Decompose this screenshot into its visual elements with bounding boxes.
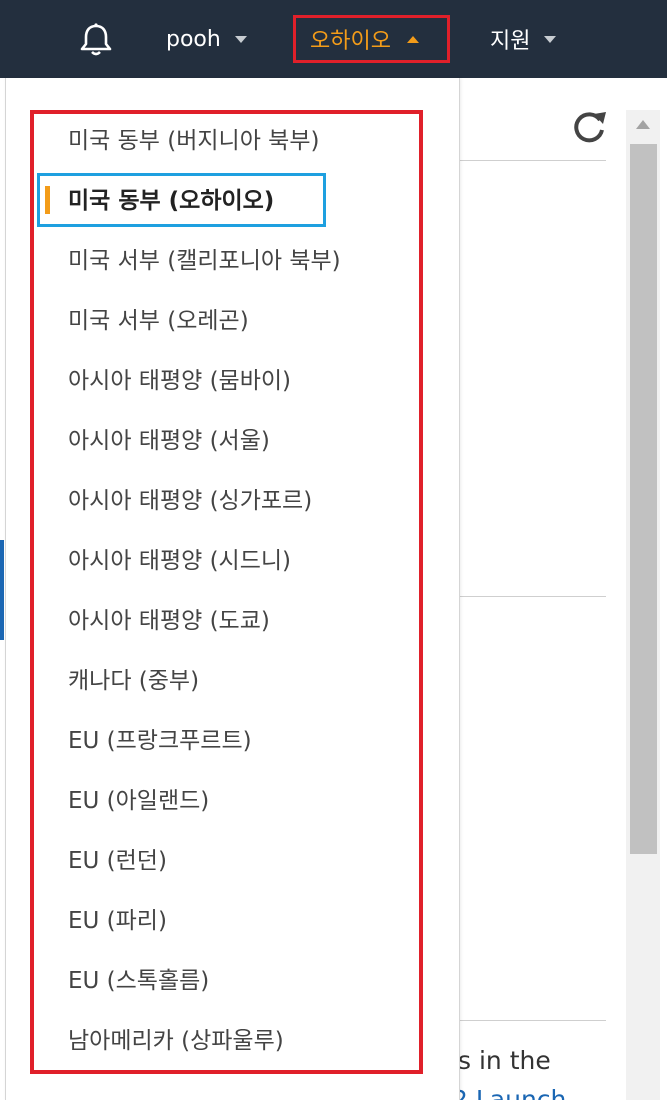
region-item-label: 아시아 태평양 (뭄바이): [68, 368, 292, 394]
left-edge-marker: [0, 540, 4, 640]
chevron-up-icon: [406, 35, 419, 43]
region-item-label: 아시아 태평양 (싱가포르): [68, 488, 313, 514]
region-item[interactable]: 아시아 태평양 (뭄바이): [68, 358, 291, 398]
user-menu-label: pooh: [166, 26, 221, 52]
region-item[interactable]: 미국 서부 (오레곤): [68, 298, 249, 338]
region-item-label: 미국 서부 (캘리포니아 북부): [68, 248, 341, 274]
divider: [458, 596, 606, 597]
bell-icon[interactable]: [78, 22, 114, 58]
scrollbar-thumb[interactable]: [630, 144, 657, 854]
region-item[interactable]: EU (런던): [68, 838, 167, 878]
region-item-label: 아시아 태평양 (시드니): [68, 548, 292, 574]
scrollbar[interactable]: [626, 110, 660, 1100]
region-item[interactable]: 아시아 태평양 (시드니): [68, 538, 291, 578]
region-item-label: 미국 동부 (버지니아 북부): [68, 128, 320, 154]
region-item-label: 캐나다 (중부): [68, 668, 200, 694]
region-item-label: EU (런던): [68, 848, 167, 874]
region-item-label: 아시아 태평양 (서울): [68, 428, 270, 454]
refresh-icon[interactable]: [570, 108, 608, 146]
top-navbar: pooh 오하이오 지원: [0, 0, 667, 78]
region-item[interactable]: 남아메리카 (상파울루): [68, 1018, 284, 1058]
page: s in the 2 Launch pooh 오하이오 지원 미국 동부 (버지…: [0, 0, 667, 1100]
region-item[interactable]: 아시아 태평양 (서울): [68, 418, 270, 458]
support-menu-label: 지원: [490, 29, 531, 54]
divider: [458, 160, 606, 161]
region-item[interactable]: 미국 동부 (버지니아 북부): [68, 118, 319, 158]
region-dropdown: [5, 78, 460, 1100]
region-item-selected[interactable]: 미국 동부 (오하이오): [68, 178, 274, 218]
region-item[interactable]: 캐나다 (중부): [68, 658, 199, 698]
region-item[interactable]: EU (파리): [68, 898, 167, 938]
region-item-label: 아시아 태평양 (도쿄): [68, 608, 270, 634]
background-text: s in the: [458, 1046, 551, 1075]
region-item[interactable]: 미국 서부 (캘리포니아 북부): [68, 238, 341, 278]
region-item[interactable]: 아시아 태평양 (도쿄): [68, 598, 270, 638]
scroll-up-arrow-icon[interactable]: [636, 120, 650, 129]
region-item-label: 남아메리카 (상파울루): [68, 1028, 284, 1054]
selected-indicator-bar: [45, 186, 50, 214]
region-item[interactable]: EU (프랑크푸르트): [68, 718, 252, 758]
background-link[interactable]: 2 Launch: [452, 1085, 566, 1100]
chevron-down-icon: [234, 35, 247, 43]
user-menu[interactable]: pooh: [166, 0, 247, 78]
region-item-label: EU (아일랜드): [68, 788, 210, 814]
support-menu[interactable]: 지원: [490, 0, 557, 78]
region-item-label: 미국 동부 (오하이오): [68, 188, 275, 214]
region-item[interactable]: EU (스톡홀름): [68, 958, 209, 998]
divider: [458, 1020, 606, 1021]
region-item[interactable]: 아시아 태평양 (싱가포르): [68, 478, 312, 518]
region-item-label: EU (파리): [68, 908, 167, 934]
region-item-label: EU (스톡홀름): [68, 968, 210, 994]
region-menu-toggle[interactable]: 오하이오: [293, 15, 450, 63]
region-item-label: 미국 서부 (오레곤): [68, 308, 249, 334]
region-item-label: EU (프랑크푸르트): [68, 728, 252, 754]
chevron-down-icon: [544, 35, 557, 43]
region-item[interactable]: EU (아일랜드): [68, 778, 209, 818]
region-menu-label: 오하이오: [310, 29, 391, 54]
